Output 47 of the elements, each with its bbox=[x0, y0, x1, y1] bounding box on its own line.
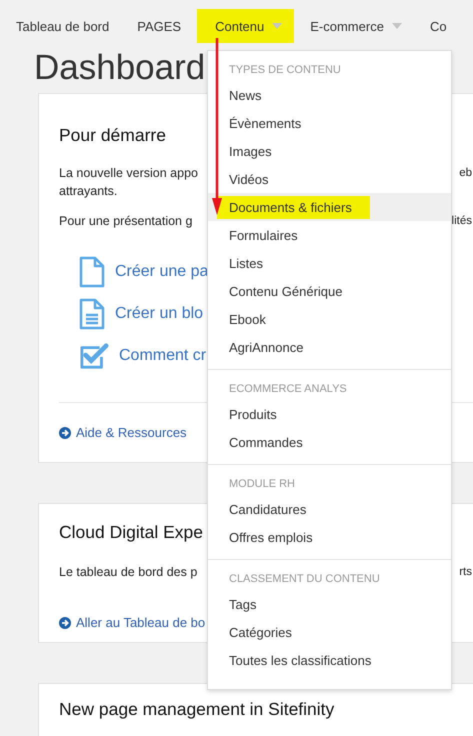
paragraph-text: eb bbox=[459, 166, 472, 181]
card-title: Pour démarre bbox=[59, 124, 166, 147]
menu-item[interactable]: Toutes les classifications bbox=[229, 648, 376, 672]
nav-tab[interactable]: PAGES bbox=[125, 9, 194, 43]
menu-item[interactable]: Formulaires bbox=[229, 224, 302, 246]
menu-item[interactable]: Documents & fichiers bbox=[217, 196, 370, 218]
menu-item[interactable]: Tags bbox=[229, 592, 260, 616]
menu-section-heading: MODULE RH bbox=[228, 477, 296, 492]
nav-tab[interactable]: Co bbox=[418, 9, 459, 43]
link-text[interactable]: Créer une pa bbox=[115, 263, 208, 281]
document-icon bbox=[79, 298, 105, 330]
paragraph-text: lités bbox=[452, 214, 472, 229]
paragraph-text: Pour une présentation g bbox=[59, 213, 192, 230]
menu-section-heading: ECOMMERCE ANALYS bbox=[228, 382, 348, 397]
menu-item[interactable]: Produits bbox=[229, 402, 281, 426]
menu-item[interactable]: AgriAnnonce bbox=[229, 336, 308, 358]
paragraph-text: La nouvelle version appo bbox=[59, 165, 198, 182]
arrow-circle-icon bbox=[59, 616, 71, 628]
menu-item[interactable]: Images bbox=[229, 140, 276, 162]
menu-item[interactable]: Contenu Générique bbox=[229, 280, 346, 302]
card-title: New page management in Sitefinity bbox=[59, 698, 334, 721]
menu-item[interactable]: Candidatures bbox=[229, 498, 310, 520]
nav-tab[interactable]: Tableau de bord bbox=[4, 9, 122, 43]
card-title: Cloud Digital Expe bbox=[59, 521, 203, 544]
link-text[interactable]: Créer un blo bbox=[115, 305, 204, 323]
page-icon bbox=[79, 256, 105, 288]
menu-item[interactable]: Listes bbox=[229, 252, 267, 274]
paragraph-text: rts bbox=[459, 565, 472, 580]
nav-tab[interactable]: E-commerce bbox=[298, 9, 414, 43]
page-title: Dashboard bbox=[34, 48, 206, 88]
menu-item[interactable]: Commandes bbox=[229, 430, 307, 454]
footer-link[interactable]: Aide & Ressources bbox=[76, 425, 187, 440]
menu-item[interactable]: Ebook bbox=[229, 308, 270, 330]
menu-item[interactable]: News bbox=[229, 84, 266, 106]
menu-item[interactable]: Catégories bbox=[229, 620, 296, 644]
nav-tab[interactable]: Contenu bbox=[197, 9, 294, 43]
menu-item[interactable]: Évènements bbox=[229, 112, 306, 134]
link-text[interactable]: Comment cr bbox=[119, 347, 206, 365]
menu-section-heading: TYPES DE CONTENU bbox=[228, 63, 342, 78]
menu-item[interactable]: Vidéos bbox=[229, 168, 273, 190]
menu-section-heading: CLASSEMENT DU CONTENU bbox=[228, 572, 381, 587]
paragraph-text: Le tableau de bord des p bbox=[59, 564, 198, 581]
checkbox-icon bbox=[79, 342, 109, 370]
footer-link[interactable]: Aller au Tableau de bo bbox=[76, 615, 206, 630]
arrow-circle-icon bbox=[59, 426, 71, 438]
paragraph-text: attrayants. bbox=[59, 183, 118, 200]
menu-item[interactable]: Offres emplois bbox=[229, 526, 317, 548]
